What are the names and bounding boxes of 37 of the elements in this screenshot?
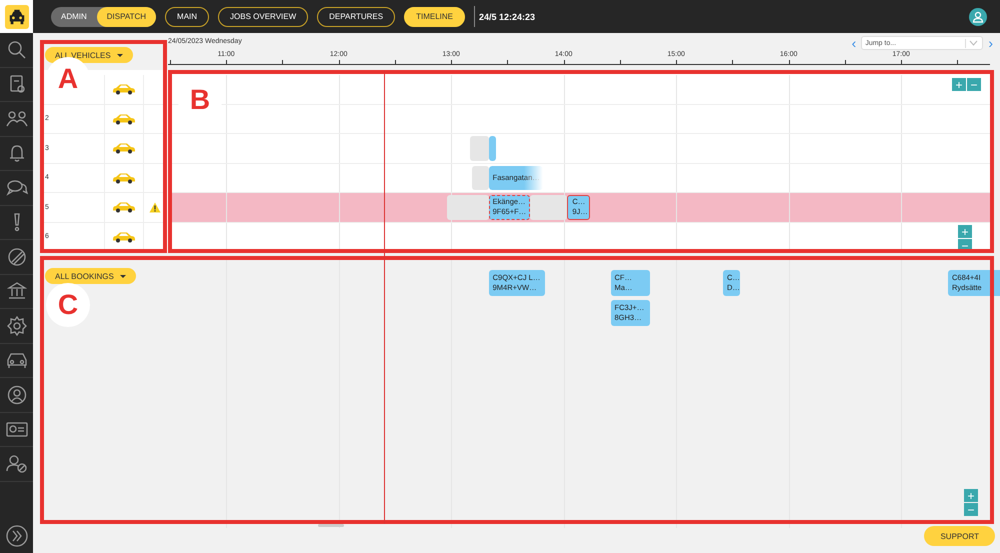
booking-filter[interactable]: ALL BOOKINGS bbox=[45, 268, 136, 284]
nav-tab[interactable]: MAIN bbox=[165, 6, 210, 26]
user-icon bbox=[972, 10, 984, 22]
mode-option[interactable]: ADMIN bbox=[51, 6, 97, 26]
taxi-car-icon bbox=[112, 230, 136, 243]
annotation-label: C bbox=[46, 283, 90, 327]
warning-icon bbox=[148, 202, 160, 213]
mode-toggle[interactable]: ADMIN DISPATCH bbox=[51, 6, 156, 26]
caret-icon bbox=[120, 274, 126, 278]
scroll-thumb[interactable] bbox=[318, 524, 344, 527]
taxi-car-icon bbox=[112, 112, 136, 125]
clock: 24/5 12:24:23 bbox=[479, 12, 536, 22]
nav-tab[interactable]: JOBS OVERVIEW bbox=[218, 6, 308, 26]
people-icon[interactable] bbox=[6, 108, 28, 129]
mode-option[interactable]: DISPATCH bbox=[96, 6, 156, 26]
car-icon[interactable] bbox=[6, 351, 28, 370]
user-avatar[interactable] bbox=[969, 8, 987, 26]
settings-icon[interactable] bbox=[6, 316, 26, 336]
bank-icon[interactable] bbox=[6, 281, 26, 302]
taxi-car-icon bbox=[112, 172, 136, 184]
nav-tab[interactable]: DEPARTURES bbox=[317, 6, 396, 26]
expand-icon[interactable] bbox=[6, 525, 28, 547]
caret-icon bbox=[116, 54, 123, 56]
taxi-car-icon bbox=[112, 83, 136, 96]
blocked-icon[interactable] bbox=[6, 246, 26, 267]
chevron-icon bbox=[969, 40, 978, 46]
user-blocked-icon[interactable] bbox=[6, 454, 28, 474]
taxi-logo[interactable] bbox=[0, 0, 33, 33]
exclamation-icon[interactable] bbox=[12, 212, 22, 232]
id-card-icon[interactable] bbox=[6, 420, 28, 438]
support-button[interactable]: SUPPORT bbox=[924, 526, 995, 546]
taxi-car-icon bbox=[112, 201, 136, 214]
chat-icon[interactable] bbox=[6, 178, 28, 198]
nav-tab[interactable]: TIMELINE bbox=[404, 6, 465, 26]
user-icon[interactable] bbox=[6, 384, 26, 405]
taxi-car-icon bbox=[112, 142, 136, 154]
search-icon[interactable] bbox=[6, 40, 26, 60]
